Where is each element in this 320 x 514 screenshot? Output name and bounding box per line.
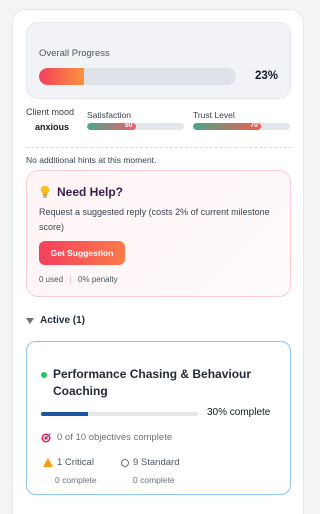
critical-label: 1 Critical: [57, 457, 94, 468]
objective-progress-bar: [41, 412, 198, 416]
help-card: Need Help? Request a suggested reply (co…: [26, 170, 291, 297]
hint-text: No additional hints at this moment.: [26, 155, 157, 165]
warning-icon: [43, 458, 53, 467]
overall-progress-percent: 23%: [254, 70, 278, 82]
target-icon: [41, 432, 51, 442]
lightbulb-icon: [40, 185, 50, 198]
objective-title: Performance Chasing & Behaviour Coaching: [53, 367, 252, 398]
active-section-toggle[interactable]: Active (1): [26, 315, 85, 326]
satisfaction-value: 50: [124, 123, 133, 129]
suggestion-stats: 0 used 0% penalty: [39, 275, 118, 284]
critical-complete: 0 complete: [55, 475, 97, 485]
standard-complete: 0 complete: [133, 475, 175, 485]
objective-progress-fill: [41, 412, 89, 416]
trust-level-bar: 70: [193, 123, 290, 130]
client-mood-value: anxious: [35, 122, 70, 132]
objective-progress-percent: 30% complete: [207, 407, 271, 418]
objective-card[interactable]: Performance Chasing & Behaviour Coaching…: [26, 341, 291, 495]
circle-icon: [121, 458, 129, 467]
help-title: Need Help?: [39, 185, 123, 199]
stats-divider: [70, 275, 72, 284]
help-description: Request a suggested reply (costs 2% of c…: [39, 207, 270, 232]
help-title-text: Need Help?: [57, 185, 124, 199]
trust-level-value: 70: [250, 123, 258, 129]
status-dot-icon: [41, 372, 47, 378]
satisfaction-fill: 50: [87, 123, 136, 130]
suggestions-used: 0 used: [39, 275, 64, 284]
client-status-row: Client mood anxious Satisfaction 50 Trus…: [26, 107, 292, 143]
critical-objectives: 1 Critical: [43, 457, 94, 468]
sidebar-panel: Overall Progress 23% Client mood anxious…: [12, 9, 304, 514]
satisfaction-bar: 50: [87, 123, 184, 130]
trust-level-fill: 70: [193, 123, 261, 130]
suggestion-penalty: 0% penalty: [78, 275, 118, 284]
overall-progress-card: Overall Progress 23%: [26, 22, 291, 99]
objectives-count: 0 of 10 objectives complete: [41, 432, 172, 443]
overall-progress-fill: [39, 68, 85, 85]
caret-down-icon: [26, 317, 34, 324]
active-section-label: Active (1): [40, 315, 86, 326]
objectives-count-text: 0 of 10 objectives complete: [57, 432, 173, 443]
client-mood-label: Client mood: [26, 107, 75, 117]
overall-progress-bar: [39, 68, 236, 85]
standard-objectives: 9 Standard: [121, 457, 179, 468]
overall-progress-label: Overall Progress: [39, 48, 110, 59]
get-suggestion-button[interactable]: Get Suggestion: [39, 241, 125, 265]
trust-level-label: Trust Level: [193, 110, 235, 120]
satisfaction-label: Satisfaction: [87, 110, 131, 120]
standard-label: 9 Standard: [133, 457, 180, 468]
divider: [26, 147, 292, 148]
